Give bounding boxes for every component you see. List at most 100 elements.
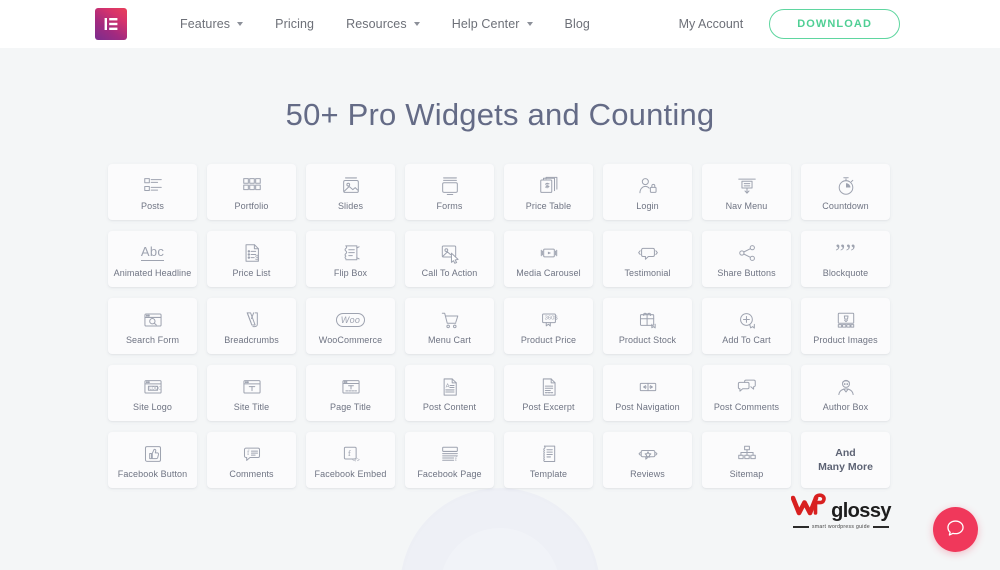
widget-card[interactable]: Abc Animated Headline [108,231,197,287]
nav-label: Blog [564,17,590,31]
widget-label: Price Table [525,201,572,212]
widget-card[interactable]: Countdown [801,164,890,220]
post-excerpt-document-icon [538,375,560,399]
widget-card[interactable]: Site Title [207,365,296,421]
tagline-rule-right [872,526,889,528]
widget-card[interactable]: Testimonial [603,231,692,287]
widget-label: Post Content [422,402,477,413]
widget-grid: Posts Portfolio Slides Forms $ Price Table Log… [108,164,892,488]
widget-card[interactable]: A Post Content [405,365,494,421]
widget-card[interactable]: Portfolio [207,164,296,220]
widget-card[interactable]: Facebook Button [108,432,197,488]
widget-label: Slides [337,201,364,212]
widget-card[interactable]: Posts [108,164,197,220]
widget-card[interactable]: Flip Box [306,231,395,287]
chevron-down-icon [237,22,244,26]
main-navigation: Features Pricing Resources Help Center B… [164,17,606,31]
breadcrumbs-yoast-icon [241,308,263,332]
nav-item-help-center[interactable]: Help Center [436,17,549,31]
facebook-page-icon: f [439,442,461,466]
widget-label: Template [529,469,568,480]
widget-label: Facebook Embed [314,469,387,480]
widget-card[interactable]: Author Box [801,365,890,421]
nav-label: Features [180,17,231,31]
widget-label: Add To Cart [722,335,771,346]
call-to-action-cursor-icon [439,241,461,265]
widget-label: Facebook Page [417,469,482,480]
widget-label: WooCommerce [318,335,383,346]
widget-card[interactable]: f Comments [207,432,296,488]
elementor-logo-icon[interactable] [95,8,127,40]
widget-card[interactable]: Call To Action [405,231,494,287]
widget-card[interactable]: Sitemap [702,432,791,488]
widget-card[interactable]: Post Comments [702,365,791,421]
widget-label: Menu Cart [428,335,471,346]
widget-label: Posts [140,201,164,212]
widget-card[interactable]: Post Navigation [603,365,692,421]
widget-card[interactable]: Post Excerpt [504,365,593,421]
media-carousel-video-icon [538,241,560,265]
widget-card[interactable]: Page Title [306,365,395,421]
widget-card[interactable]: ”” Blockquote [801,231,890,287]
widget-card[interactable]: Menu Cart [405,298,494,354]
more-line-1: And [835,447,856,460]
widget-label: Blockquote [822,268,869,279]
hero-section: 50+ Pro Widgets and Counting Posts Portfo… [0,48,1000,488]
nav-item-features[interactable]: Features [164,17,259,31]
widget-card[interactable]: Woo WooCommerce [306,298,395,354]
post-content-document-icon: A [439,375,461,399]
widget-label: Product Price [520,335,577,346]
author-box-avatar-icon [835,375,857,399]
nav-item-pricing[interactable]: Pricing [259,17,330,31]
widget-card[interactable]: 360$ Product Price [504,298,593,354]
widget-card[interactable]: Search Form [108,298,197,354]
widget-label: Reviews [630,469,665,480]
widget-label: Nav Menu [725,201,768,212]
decorative-circle [400,488,600,570]
widget-label: Flip Box [333,268,368,279]
widget-card[interactable]: Forms [405,164,494,220]
widget-card[interactable]: Product Stock [603,298,692,354]
svg-text:LOGO: LOGO [149,386,162,391]
widget-label: Call To Action [421,268,478,279]
facebook-embed-code-icon: f </> [340,442,362,466]
widget-card[interactable]: Template [504,432,593,488]
chat-support-button[interactable] [933,507,978,552]
widget-card[interactable]: Slides [306,164,395,220]
widget-card[interactable]: Add To Cart [702,298,791,354]
widget-label: Price List [232,268,271,279]
tagline-rule-left [793,526,810,528]
post-navigation-arrows-icon [637,375,659,399]
nav-item-blog[interactable]: Blog [549,17,606,31]
widget-card[interactable]: Share Buttons [702,231,791,287]
widget-card[interactable]: $ Price List [207,231,296,287]
widget-card[interactable]: Reviews [603,432,692,488]
widget-card[interactable]: Media Carousel [504,231,593,287]
nav-item-resources[interactable]: Resources [330,17,436,31]
widget-card-and-many-more[interactable]: And Many More [801,432,890,488]
widget-card[interactable]: f </> Facebook Embed [306,432,395,488]
widget-label: Author Box [822,402,869,413]
chat-bubble-icon [945,518,966,542]
blockquote-quotemark-icon: ”” [834,240,857,266]
my-account-link[interactable]: My Account [679,17,744,31]
widget-card[interactable]: Nav Menu [702,164,791,220]
widget-card[interactable]: Product Images [801,298,890,354]
svg-text:f: f [247,449,250,457]
svg-text:</>: </> [352,458,359,464]
slides-image-icon [340,174,362,198]
login-user-lock-icon [637,174,659,198]
widget-label: Post Navigation [615,402,680,413]
widget-card[interactable]: f Facebook Page [405,432,494,488]
widget-card[interactable]: Breadcrumbs [207,298,296,354]
price-table-icon: $ [538,174,560,198]
chevron-down-icon [526,22,533,26]
download-button[interactable]: DOWNLOAD [769,9,900,39]
widget-label: Search Form [125,335,180,346]
widget-card[interactable]: LOGO Site Logo [108,365,197,421]
widget-card[interactable]: $ Price Table [504,164,593,220]
widget-card[interactable]: Login [603,164,692,220]
site-title-browser-t-icon [241,375,263,399]
brand-tagline: smart wordpress guide [789,524,893,530]
widget-label: Portfolio [234,201,269,212]
